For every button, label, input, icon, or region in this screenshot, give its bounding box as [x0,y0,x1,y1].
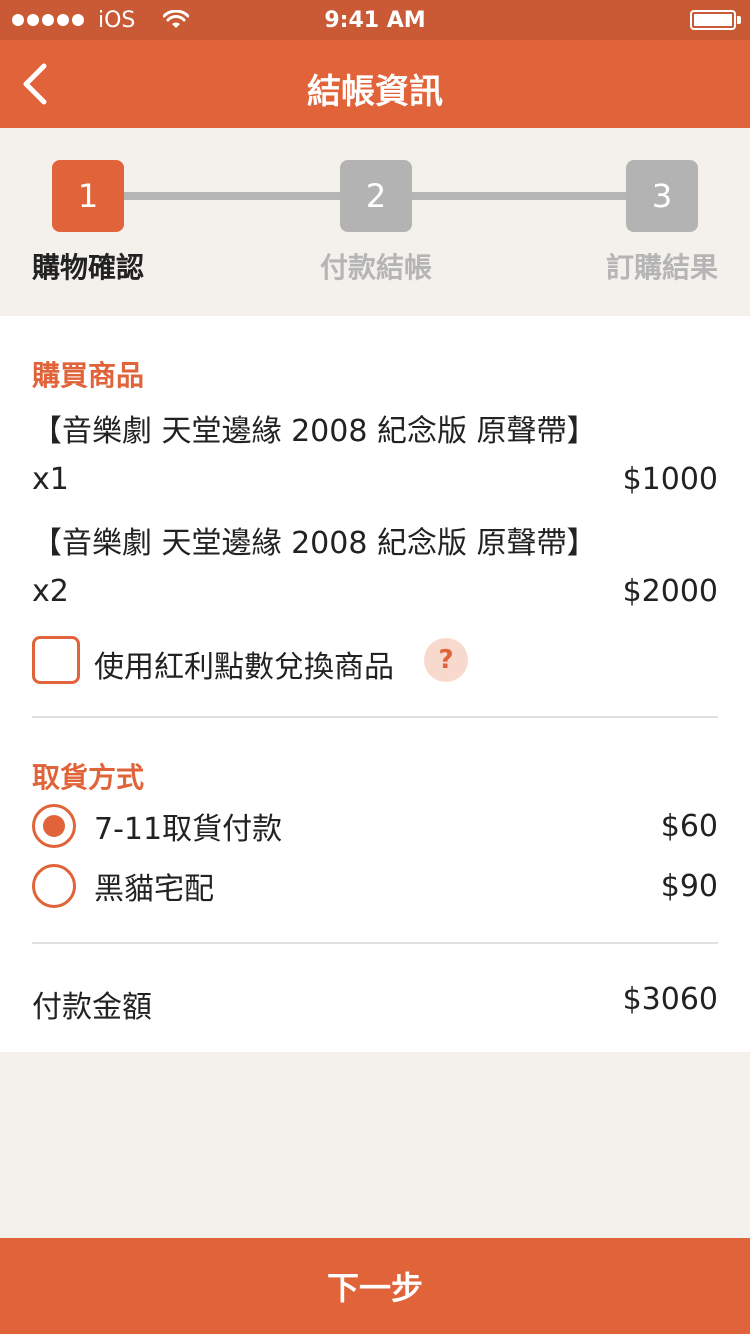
checkout-stepper: 1 2 3 購物確認 付款結帳 訂購結果 [0,128,750,316]
payment-total-label: 付款金額 [32,990,152,1025]
help-button[interactable]: ? [424,638,468,682]
step-2-label: 付款結帳 [320,251,433,284]
step-1-box: 1 [52,160,124,232]
product-name-2: 【音樂劇 天堂邊緣 2008 紀念版 原聲帶】 [32,526,597,561]
radio-button-selected[interactable] [32,804,76,848]
product-qty-1: x1 [32,462,69,497]
step-3-box: 3 [626,160,698,232]
divider [32,716,718,718]
payment-total-row: 付款金額 $3060 [32,982,718,1026]
nav-bar: 結帳資訊 [0,40,750,128]
step-3-label: 訂購結果 [606,251,719,284]
product-qty-2: x2 [32,574,69,609]
delivery-section-title: 取貨方式 [32,761,145,794]
product-name-1: 【音樂劇 天堂邊緣 2008 紀念版 原聲帶】 [32,414,597,449]
step-2-box: 2 [340,160,412,232]
delivery-option-711[interactable]: 7-11取貨付款 $60 [32,802,718,850]
step-1-label: 購物確認 [32,251,145,284]
product-price-1: $1000 [622,462,718,497]
status-bar: iOS 9:41 AM [0,0,750,40]
product-price-2: $2000 [622,574,718,609]
radio-button[interactable] [32,864,76,908]
delivery-option-label: 7-11取貨付款 [94,812,283,847]
battery-tip [737,16,741,24]
delivery-option-label: 黑貓宅配 [94,872,214,907]
product-row-1: x1 $1000 [32,462,718,497]
delivery-option-price: $90 [660,868,718,904]
next-step-button[interactable]: 下一步 [0,1238,750,1334]
battery-icon [690,10,736,30]
status-time: 9:41 AM [324,8,426,33]
bonus-points-label[interactable]: 使用紅利點數兌換商品 [94,642,394,686]
payment-total-amount: $3060 [622,982,718,1017]
order-summary-card: 購買商品 【音樂劇 天堂邊緣 2008 紀念版 原聲帶】 x1 $1000 【音… [0,316,750,1052]
bonus-points-checkbox[interactable] [32,636,80,684]
divider [32,942,718,944]
page-title: 結帳資訊 [307,72,443,112]
step-connector-1 [124,192,340,200]
question-mark-icon: ? [438,645,454,675]
product-row-2: x2 $2000 [32,574,718,609]
step-connector-2 [412,192,626,200]
products-section-title: 購買商品 [32,359,145,392]
delivery-option-price: $60 [660,808,718,844]
delivery-option-blackcat[interactable]: 黑貓宅配 $90 [32,862,718,910]
